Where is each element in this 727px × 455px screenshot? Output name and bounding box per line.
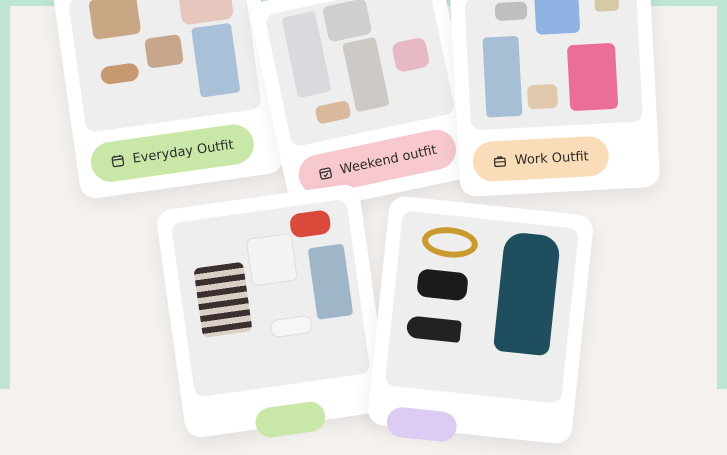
outfit-photo — [385, 210, 579, 404]
outfit-tag-label: Everyday Outfit — [132, 137, 235, 166]
outfit-tag-label: Weekend outfit — [339, 142, 438, 177]
blue-shirt-image — [534, 0, 580, 35]
red-bag-image — [289, 209, 332, 238]
sandals-image — [315, 100, 352, 125]
handbag-image — [144, 34, 184, 69]
silver-bag-image — [495, 1, 528, 21]
pink-bag-image — [391, 37, 430, 73]
sneakers-image — [269, 315, 313, 339]
briefcase-icon — [492, 154, 507, 169]
jeans-image — [482, 36, 522, 118]
outfit-tag-work[interactable]: Work Outfit — [472, 135, 610, 182]
calendar-check-icon — [317, 165, 334, 182]
outfit-photo — [464, 0, 643, 130]
outfit-tag-evening[interactable] — [385, 406, 458, 443]
jeans-image — [191, 23, 240, 98]
outfit-tag-casual[interactable] — [254, 400, 327, 439]
jeans-image — [308, 243, 354, 319]
white-top-image — [246, 233, 298, 287]
outfit-card-casual[interactable] — [155, 183, 390, 439]
teal-dress-image — [493, 231, 561, 356]
grey-blouse-image — [322, 0, 373, 42]
pumps-image — [527, 84, 558, 110]
pink-jacket-image — [177, 0, 234, 26]
outfit-tag-everyday[interactable]: Everyday Outfit — [88, 122, 256, 184]
calendar-icon — [110, 153, 126, 169]
outfit-card-evening[interactable] — [367, 195, 595, 445]
beige-sweater-image — [88, 0, 141, 40]
necklace-image — [594, 0, 619, 12]
gold-necklace-image — [421, 225, 480, 261]
cardigan-image — [193, 262, 252, 338]
outfit-photo — [171, 199, 371, 398]
floral-dress-image — [281, 11, 331, 98]
loafers-image — [100, 62, 140, 85]
outfit-photo — [264, 0, 455, 147]
black-clutch-image — [416, 268, 469, 301]
slingback-heels-image — [406, 315, 462, 343]
outfit-card-weekend[interactable]: Weekend outfit — [248, 0, 483, 215]
grey-trousers-image — [342, 37, 390, 113]
outfit-card-work[interactable]: Work Outfit — [450, 0, 661, 197]
pink-blazer-image — [567, 43, 618, 111]
outfit-tag-label: Work Outfit — [514, 149, 589, 168]
outfit-card-everyday[interactable]: Everyday Outfit — [52, 0, 285, 200]
outfit-photo — [68, 0, 262, 133]
